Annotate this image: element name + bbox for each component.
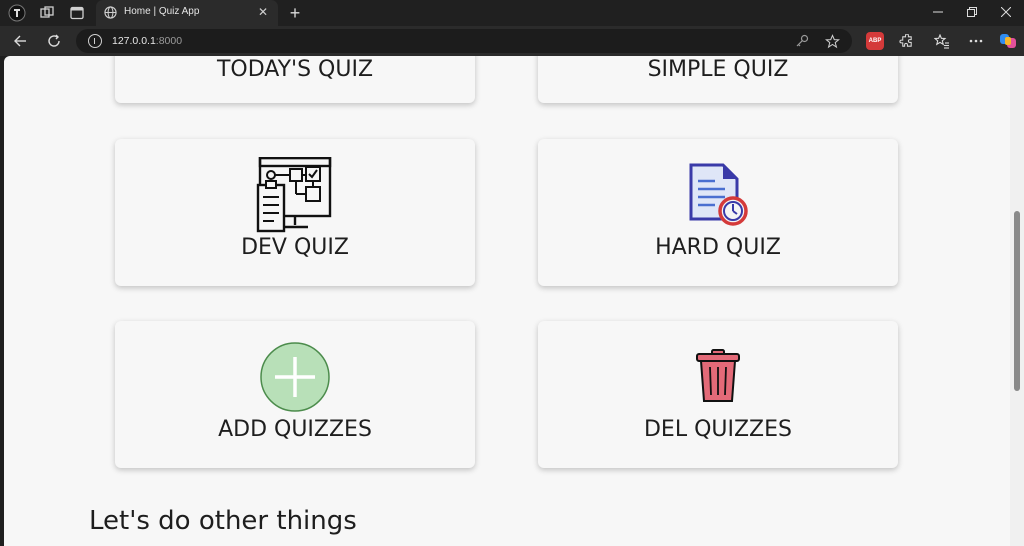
address-bar[interactable]: 127.0.0.1:8000 [76, 29, 852, 53]
plus-circle-icon [259, 341, 331, 418]
flowchart-icon [256, 156, 334, 238]
quiz-card-todays[interactable]: TODAY'S QUIZ [115, 56, 475, 103]
extensions-icon[interactable] [896, 31, 916, 51]
active-tab[interactable]: Home | Quiz App ✕ [96, 0, 278, 26]
new-tab-button[interactable]: + [286, 4, 304, 22]
card-label: SIMPLE QUIZ [647, 57, 789, 82]
page-scrollbar[interactable] [1010, 56, 1024, 546]
profile-icon[interactable] [8, 4, 26, 22]
site-info-icon[interactable] [88, 34, 102, 48]
document-timer-icon [685, 161, 751, 232]
card-label: DEV QUIZ [241, 235, 349, 260]
scrollbar-thumb[interactable] [1014, 211, 1020, 391]
card-label: HARD QUIZ [655, 235, 781, 260]
tab-actions-icon[interactable] [68, 4, 86, 22]
copilot-icon[interactable] [998, 31, 1018, 51]
section-heading: Let's do other things [89, 506, 357, 536]
address-url: 127.0.0.1:8000 [112, 35, 182, 47]
quiz-card-delete[interactable]: DEL QUIZZES [538, 321, 898, 468]
quiz-card-dev[interactable]: DEV QUIZ [115, 139, 475, 286]
tab-title: Home | Quiz App [124, 6, 200, 17]
trash-can-icon [694, 349, 742, 408]
address-port: :8000 [155, 35, 183, 47]
more-options-icon[interactable] [966, 31, 986, 51]
card-label: ADD QUIZZES [218, 417, 372, 442]
address-host: 127.0.0.1 [112, 35, 156, 47]
quiz-card-hard[interactable]: HARD QUIZ [538, 139, 898, 286]
restore-icon[interactable] [962, 4, 982, 22]
quiz-card-simple[interactable]: SIMPLE QUIZ [538, 56, 898, 103]
workspaces-icon[interactable] [38, 4, 56, 22]
tab-strip: Home | Quiz App ✕ + [0, 0, 1024, 26]
adblock-extension-icon[interactable]: ABP [866, 32, 884, 50]
minimize-icon[interactable] [928, 4, 948, 22]
globe-icon [104, 6, 117, 24]
browser-toolbar: 127.0.0.1:8000 ABP [0, 26, 1024, 56]
favorites-icon[interactable] [932, 31, 952, 51]
key-icon[interactable] [794, 33, 810, 49]
page-content: TODAY'S QUIZ SIMPLE QUIZ DEV QUIZ HARD Q… [4, 56, 1010, 546]
card-label: TODAY'S QUIZ [216, 57, 374, 82]
close-window-icon[interactable] [996, 4, 1016, 22]
card-label: DEL QUIZZES [643, 417, 792, 442]
quiz-card-add[interactable]: ADD QUIZZES [115, 321, 475, 468]
reload-icon[interactable] [44, 31, 64, 51]
close-tab-icon[interactable]: ✕ [256, 5, 270, 19]
favorite-star-icon[interactable] [824, 33, 840, 49]
back-icon[interactable] [10, 31, 30, 51]
